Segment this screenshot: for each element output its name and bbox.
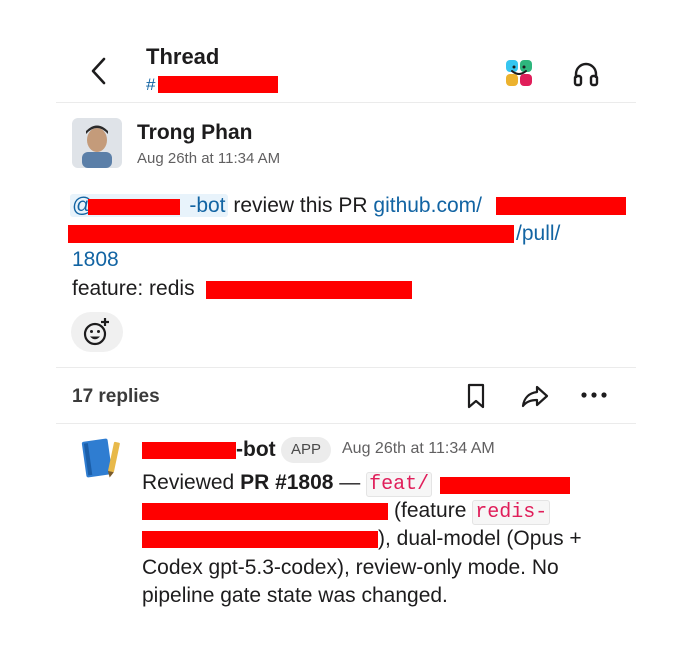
page-title: Thread xyxy=(146,44,220,69)
pr-number: PR #1808 xyxy=(240,471,334,494)
feature-label: (feature xyxy=(394,499,473,522)
redacted-bot-name xyxy=(88,199,180,215)
channel-link[interactable]: # xyxy=(146,75,155,95)
bot-name[interactable]: -bot xyxy=(236,438,276,462)
message-author[interactable]: Trong Phan xyxy=(137,121,253,145)
slack-logo-icon[interactable] xyxy=(504,58,534,88)
redacted-channel xyxy=(158,76,278,93)
notebook-icon[interactable] xyxy=(78,436,124,482)
redacted-feature-2 xyxy=(142,531,378,548)
redacted-branch-2 xyxy=(142,503,388,520)
avatar[interactable] xyxy=(72,118,122,168)
share-icon[interactable] xyxy=(521,384,549,408)
reply-prefix: Reviewed xyxy=(142,471,241,494)
feature-line: feature: redis xyxy=(72,277,195,300)
pr-link-start[interactable]: github.com/ xyxy=(373,194,482,217)
mention-suffix: -bot xyxy=(189,194,226,217)
reply-line-4: Codex gpt-5.3-codex), review-only mode. … xyxy=(142,556,559,579)
reply-line-3: ), dual-model (Opus + xyxy=(378,527,582,550)
branch-code: feat/ xyxy=(366,472,433,497)
reply-timestamp: Aug 26th at 11:34 AM xyxy=(342,440,495,457)
message-divider xyxy=(56,367,636,368)
back-icon[interactable] xyxy=(86,56,112,86)
bookmark-icon[interactable] xyxy=(465,383,487,409)
reply-dash: — xyxy=(333,471,367,494)
redacted-bot-name-reply xyxy=(142,442,236,459)
review-text: review this PR xyxy=(227,194,374,217)
redacted-branch xyxy=(440,477,570,494)
redacted-feature xyxy=(206,281,412,299)
redacted-link-path xyxy=(68,225,514,243)
app-badge: APP xyxy=(281,437,332,463)
feature-code: redis- xyxy=(472,500,551,525)
header-divider xyxy=(56,102,636,103)
replies-count: 17 replies xyxy=(72,386,160,407)
pr-link-pull[interactable]: /pull/ xyxy=(516,221,560,247)
reply-line-5: pipeline gate state was changed. xyxy=(142,584,448,607)
reply-line-2: (feature redis- xyxy=(394,497,551,527)
replies-divider xyxy=(56,423,636,424)
more-icon[interactable] xyxy=(580,388,608,402)
headphones-icon[interactable] xyxy=(572,60,600,88)
add-reaction-icon xyxy=(83,318,109,346)
reply-line-1: Reviewed PR #1808 — feat/ xyxy=(142,469,433,499)
redacted-repo xyxy=(496,197,626,215)
pr-link-number[interactable]: 1808 xyxy=(72,247,119,273)
add-reaction-button[interactable] xyxy=(71,312,123,352)
message-timestamp: Aug 26th at 11:34 AM xyxy=(137,150,281,167)
